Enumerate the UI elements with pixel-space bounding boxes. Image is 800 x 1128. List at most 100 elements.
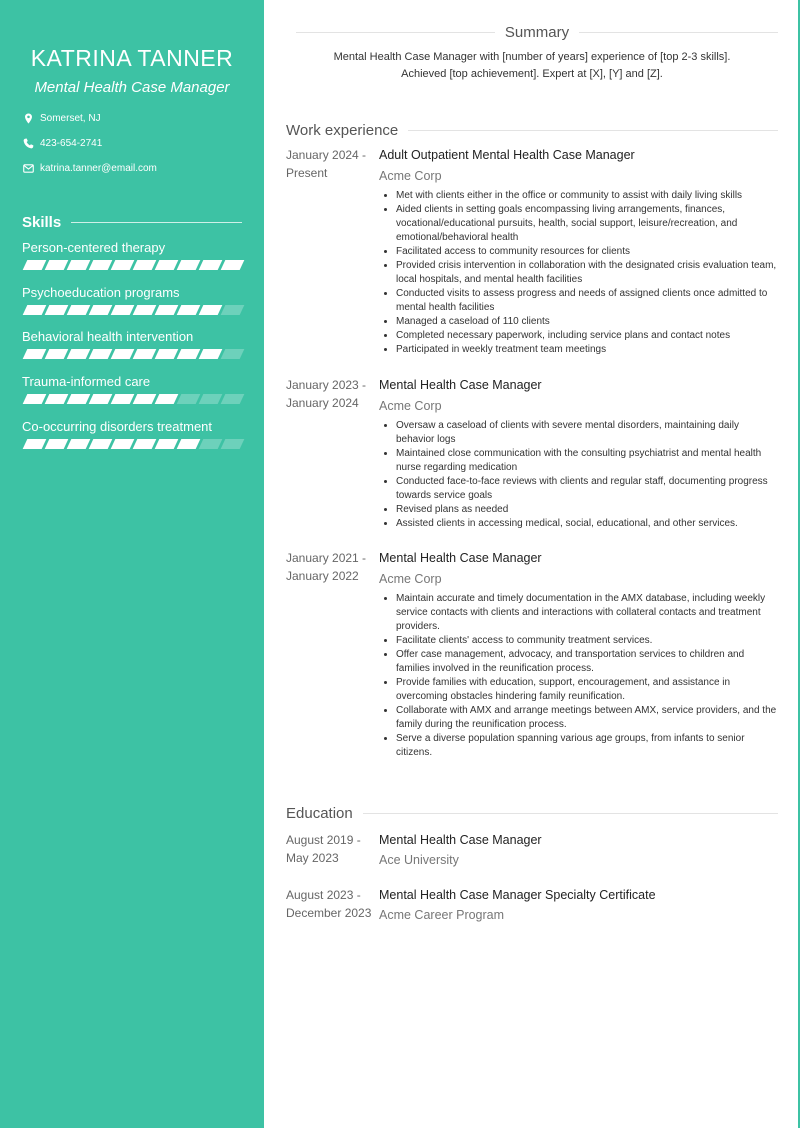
responsibility-item: Met with clients either in the office or… [396, 189, 778, 203]
skill-segment-filled [22, 349, 47, 359]
skill-segment-filled [44, 349, 69, 359]
skill-segment-filled [88, 305, 113, 315]
skill-segment-filled [44, 260, 69, 270]
company: Acme Corp [379, 572, 442, 586]
contact-phone: 423-654-2741 [22, 137, 252, 149]
skill-segment-filled [154, 439, 179, 449]
skill-segment-filled [66, 439, 91, 449]
education-heading: Education [286, 805, 778, 822]
skills-heading-rule [71, 222, 242, 223]
skills-heading: Skills [22, 214, 242, 231]
skill-segment-filled [110, 305, 135, 315]
summary-heading: Summary [296, 24, 778, 41]
skill-segment-filled [22, 305, 47, 315]
skill-segment-filled [154, 349, 179, 359]
responsibility-item: Facilitated access to community resource… [396, 245, 778, 259]
education-rule [362, 813, 778, 814]
date-end: January 2022 [286, 569, 359, 583]
contact-email-text: katrina.tanner@email.com [40, 162, 157, 174]
skill-segment-filled [44, 305, 69, 315]
skill-segment-filled [132, 394, 157, 404]
work-entry: January 2024 - Present Adult Outpatient … [286, 146, 778, 357]
skill-segment-filled [176, 349, 201, 359]
skills-heading-label: Skills [22, 214, 62, 231]
responsibility-item: Offer case management, advocacy, and tra… [396, 648, 778, 676]
summary-rule-left [296, 32, 495, 33]
responsibility-item: Provided crisis intervention in collabor… [396, 259, 778, 287]
date-end: January 2024 [286, 396, 359, 410]
responsibility-item: Aided clients in setting goals encompass… [396, 203, 778, 245]
date-end: December 2023 [286, 906, 372, 920]
contact-location: Somerset, NJ [22, 112, 252, 124]
location-pin-icon [22, 112, 34, 124]
skill-item: Person-centered therapy [22, 240, 247, 270]
work-entry: January 2021 - January 2022 Mental Healt… [286, 549, 778, 760]
summary-text: Mental Health Case Manager with [number … [286, 49, 778, 82]
responsibility-item: Collaborate with AMX and arrange meeting… [396, 704, 778, 732]
skill-segment-filled [110, 394, 135, 404]
skill-segment-filled [66, 305, 91, 315]
job-title: Adult Outpatient Mental Health Case Mana… [379, 148, 635, 162]
degree: Mental Health Case Manager [379, 833, 542, 847]
institution: Ace University [379, 853, 459, 867]
responsibility-item: Maintained close communication with the … [396, 447, 778, 475]
education-entry-body: Mental Health Case Manager Specialty Cer… [379, 886, 778, 924]
skill-segment-filled [22, 394, 47, 404]
skill-segment-empty [198, 394, 223, 404]
skill-segment-empty [220, 349, 245, 359]
institution: Acme Career Program [379, 908, 505, 922]
education-entry-dates: August 2023 - December 2023 [286, 886, 379, 924]
skill-level-bar [22, 260, 247, 270]
phone-icon [22, 137, 34, 149]
skill-level-bar [22, 394, 247, 404]
skill-segment-filled [22, 439, 47, 449]
skill-segment-filled [44, 394, 69, 404]
education-entry-body: Mental Health Case Manager Ace Universit… [379, 831, 778, 869]
summary-line: Mental Health Case Manager with [number … [333, 51, 731, 63]
skill-segment-filled [44, 439, 69, 449]
skill-segment-filled [110, 439, 135, 449]
skill-item: Trauma-informed care [22, 374, 247, 404]
work-entry-dates: January 2024 - Present [286, 146, 379, 357]
date-end: May 2023 [286, 851, 339, 865]
work-entry-dates: January 2021 - January 2022 [286, 549, 379, 760]
date-end: Present [286, 166, 328, 180]
skill-segment-filled [132, 349, 157, 359]
company: Acme Corp [379, 169, 442, 183]
skill-segment-filled [66, 349, 91, 359]
skill-segment-filled [198, 260, 223, 270]
company: Acme Corp [379, 399, 442, 413]
summary-rule-right [579, 32, 778, 33]
responsibility-item: Managed a caseload of 110 clients [396, 315, 778, 329]
skill-segment-filled [66, 394, 91, 404]
responsibility-item: Maintain accurate and timely documentati… [396, 592, 778, 634]
skill-segment-filled [66, 260, 91, 270]
candidate-title: Mental Health Case Manager [34, 79, 230, 96]
skill-segment-filled [88, 394, 113, 404]
date-start: August 2019 - [286, 833, 361, 847]
skill-segment-filled [198, 349, 223, 359]
skill-level-bar [22, 349, 247, 359]
contact-phone-text: 423-654-2741 [40, 137, 103, 149]
job-title: Mental Health Case Manager [379, 551, 542, 565]
skill-segment-filled [110, 260, 135, 270]
contact-location-text: Somerset, NJ [40, 112, 101, 124]
skill-segment-filled [154, 394, 179, 404]
skill-segment-filled [154, 305, 179, 315]
skill-segment-empty [220, 439, 245, 449]
responsibility-item: Provide families with education, support… [396, 676, 778, 704]
work-experience-heading: Work experience [286, 122, 778, 139]
responsibility-list: Oversaw a caseload of clients with sever… [379, 419, 778, 531]
skill-segment-filled [154, 260, 179, 270]
date-start: January 2021 - [286, 551, 367, 565]
work-entry-body: Mental Health Case Manager Acme Corp Mai… [379, 549, 778, 760]
skill-segment-filled [176, 439, 201, 449]
skill-segment-filled [132, 260, 157, 270]
responsibility-item: Facilitate clients' access to community … [396, 634, 778, 648]
summary-heading-label: Summary [504, 24, 570, 41]
skill-segment-filled [110, 349, 135, 359]
skill-label: Trauma-informed care [22, 374, 151, 389]
skill-label: Behavioral health intervention [22, 329, 194, 344]
skill-segment-filled [132, 439, 157, 449]
skill-segment-empty [220, 305, 245, 315]
